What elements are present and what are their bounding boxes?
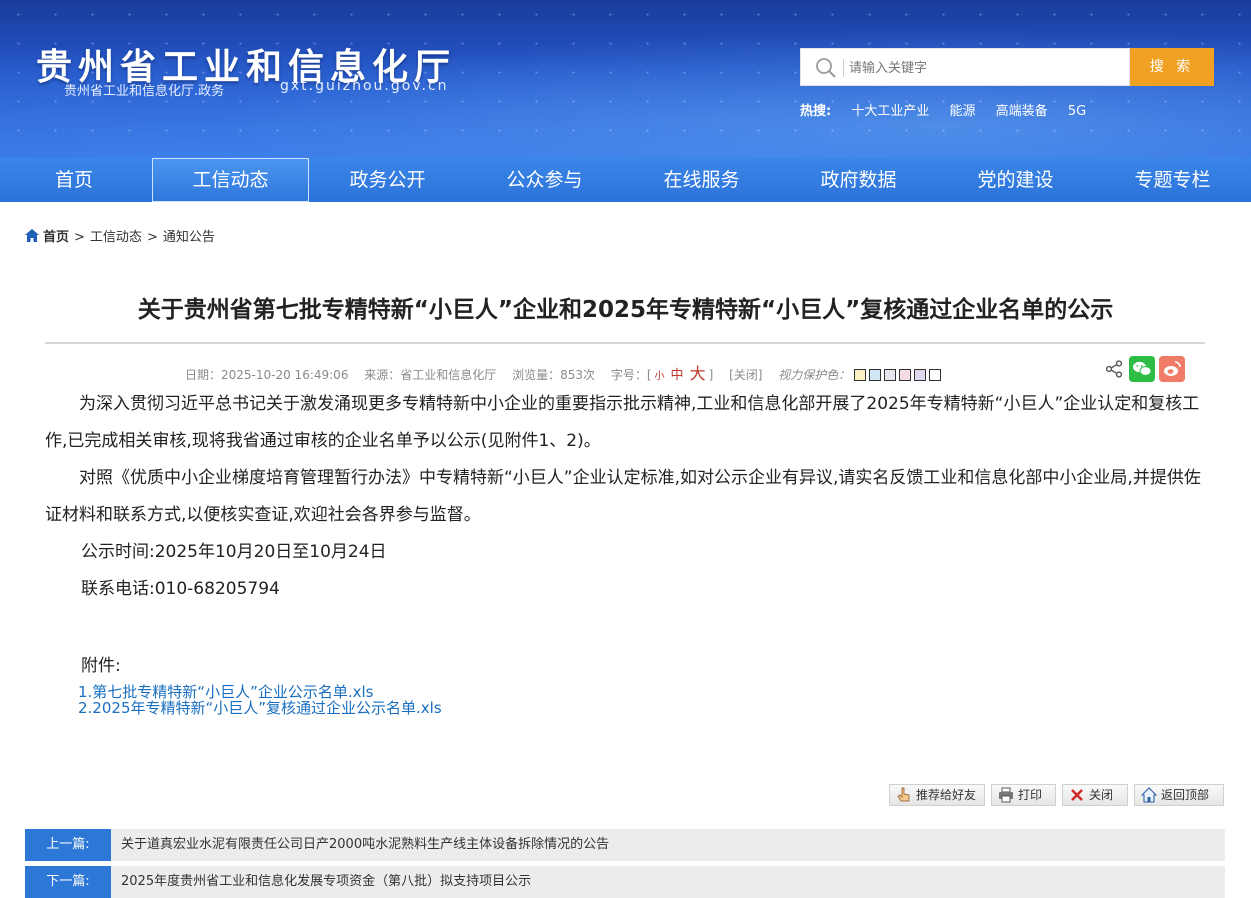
search-input[interactable] xyxy=(849,55,1119,81)
nav-item-party[interactable]: 党的建设 xyxy=(937,158,1094,202)
font-size-bracket: ] xyxy=(708,368,714,382)
weibo-icon[interactable] xyxy=(1159,356,1185,382)
article-meta: 日期：2025-10-20 16:49:06 来源：省工业和信息化厅 浏览量：8… xyxy=(185,360,942,384)
article-title: 关于贵州省第七批专精特新“小巨人”企业和2025年专精特新“小巨人”复核通过企业… xyxy=(137,297,1114,323)
font-size-small[interactable]: 小 xyxy=(655,371,665,382)
search-icon xyxy=(816,58,836,78)
article-body: 为深入贯彻习近平总书记关于激发涌现更多专精特新中小企业的重要指示批示精神,工业和… xyxy=(45,386,1205,608)
close-link[interactable]: [关闭] xyxy=(729,368,762,382)
nav-item-online-service[interactable]: 在线服务 xyxy=(623,158,780,202)
hot-search-item[interactable]: 高端装备 xyxy=(996,104,1048,119)
color-swatch-purple[interactable] xyxy=(914,369,927,381)
next-article-label: 下一篇: xyxy=(25,866,111,898)
prev-article-row[interactable]: 上一篇: 关于道真宏业水泥有限责任公司日产2000吨水泥熟料生产线主体设备拆除情… xyxy=(25,829,1225,861)
share-icon[interactable] xyxy=(1105,360,1123,378)
attachment-label: 附件: xyxy=(81,656,121,676)
attachment-link[interactable]: 2.2025年专精特新“小巨人”复核通过企业公示名单.xls xyxy=(78,697,442,718)
color-swatch-blue[interactable] xyxy=(869,369,882,381)
prev-article-label: 上一篇: xyxy=(25,829,111,861)
main-nav: 首页 工信动态 政务公开 公众参与 在线服务 政府数据 党的建设 专题专栏 xyxy=(0,158,1251,202)
recommend-button[interactable]: 推荐给好友 xyxy=(889,784,985,806)
prev-article-link[interactable]: 关于道真宏业水泥有限责任公司日产2000吨水泥熟料生产线主体设备拆除情况的公告 xyxy=(121,829,609,861)
article-date: 日期：2025-10-20 16:49:06 xyxy=(185,368,349,382)
font-size-large[interactable]: 大 xyxy=(690,364,706,383)
font-size-medium[interactable]: 中 xyxy=(671,368,684,383)
back-to-top-button[interactable]: 返回顶部 xyxy=(1134,784,1224,806)
font-size-label: 字号：[ xyxy=(610,368,652,382)
article-paragraph: 对照《优质中小企业梯度培育管理暂行办法》中专精特新“小巨人”企业认定标准,如对公… xyxy=(45,468,1201,525)
home-icon xyxy=(1141,787,1157,803)
publicity-time: 公示时间:2025年10月20日至10月24日 xyxy=(81,542,387,562)
color-swatch-gray[interactable] xyxy=(884,369,897,381)
next-article-link[interactable]: 2025年度贵州省工业和信息化发展专项资金（第八批）拟支持项目公示 xyxy=(121,866,531,898)
nav-item-gov-data[interactable]: 政府数据 xyxy=(780,158,937,202)
site-header: 贵州省工业和信息化厅 贵州省工业和信息化厅.政务 gxt.guizhou.gov… xyxy=(0,0,1251,158)
hot-search-item[interactable]: 能源 xyxy=(950,104,976,119)
site-subtitle: 贵州省工业和信息化厅.政务 xyxy=(64,84,225,99)
breadcrumb-home[interactable]: 首页 xyxy=(43,230,69,245)
search-button[interactable]: 搜 索 xyxy=(1130,48,1214,86)
color-swatch-white[interactable] xyxy=(929,369,942,381)
home-icon xyxy=(25,229,39,242)
back-to-top-label: 返回顶部 xyxy=(1161,788,1210,802)
article-paragraph: 为深入贯彻习近平总书记关于激发涌现更多专精特新中小企业的重要指示批示精神,工业和… xyxy=(45,394,1200,451)
article-views: 浏览量：853次 xyxy=(512,368,596,382)
recommend-label: 推荐给好友 xyxy=(916,788,977,802)
breadcrumb-separator: > xyxy=(74,230,85,245)
breadcrumb-news[interactable]: 工信动态 xyxy=(90,230,142,245)
next-article-row[interactable]: 下一篇: 2025年度贵州省工业和信息化发展专项资金（第八批）拟支持项目公示 xyxy=(25,866,1225,898)
eye-protect-label: 视力保护色： xyxy=(778,368,851,382)
printer-icon xyxy=(999,787,1013,803)
title-divider xyxy=(45,342,1205,344)
nav-item-gov-affairs[interactable]: 政务公开 xyxy=(309,158,466,202)
wechat-icon[interactable] xyxy=(1129,356,1155,382)
hand-pointer-icon xyxy=(897,787,910,802)
nav-item-public[interactable]: 公众参与 xyxy=(466,158,623,202)
search-box xyxy=(800,48,1130,86)
contact-phone: 联系电话:010-68205794 xyxy=(81,579,280,599)
hot-search-item[interactable]: 十大工业产业 xyxy=(851,104,929,119)
site-domain: gxt.guizhou.gov.cn xyxy=(280,78,449,94)
color-swatch-pink[interactable] xyxy=(899,369,912,381)
close-icon xyxy=(1071,789,1083,801)
color-swatch-yellow[interactable] xyxy=(854,369,867,381)
print-label: 打印 xyxy=(1018,788,1043,802)
hot-search-label: 热搜: xyxy=(800,104,832,119)
breadcrumb-notices[interactable]: 通知公告 xyxy=(163,230,215,245)
nav-item-news[interactable]: 工信动态 xyxy=(152,158,309,202)
close-label: 关闭 xyxy=(1089,788,1114,802)
article-source: 来源：省工业和信息化厅 xyxy=(364,368,497,382)
hot-search-item[interactable]: 5G xyxy=(1068,104,1086,119)
hot-search: 热搜: 十大工业产业 能源 高端装备 5G xyxy=(800,100,1102,119)
print-button[interactable]: 打印 xyxy=(991,784,1056,806)
search-divider xyxy=(843,59,844,77)
close-button[interactable]: 关闭 xyxy=(1062,784,1128,806)
breadcrumb: 首页 > 工信动态 > 通知公告 xyxy=(25,226,215,245)
nav-item-topics[interactable]: 专题专栏 xyxy=(1094,158,1251,202)
breadcrumb-separator: > xyxy=(146,230,158,245)
nav-item-home[interactable]: 首页 xyxy=(0,158,148,202)
